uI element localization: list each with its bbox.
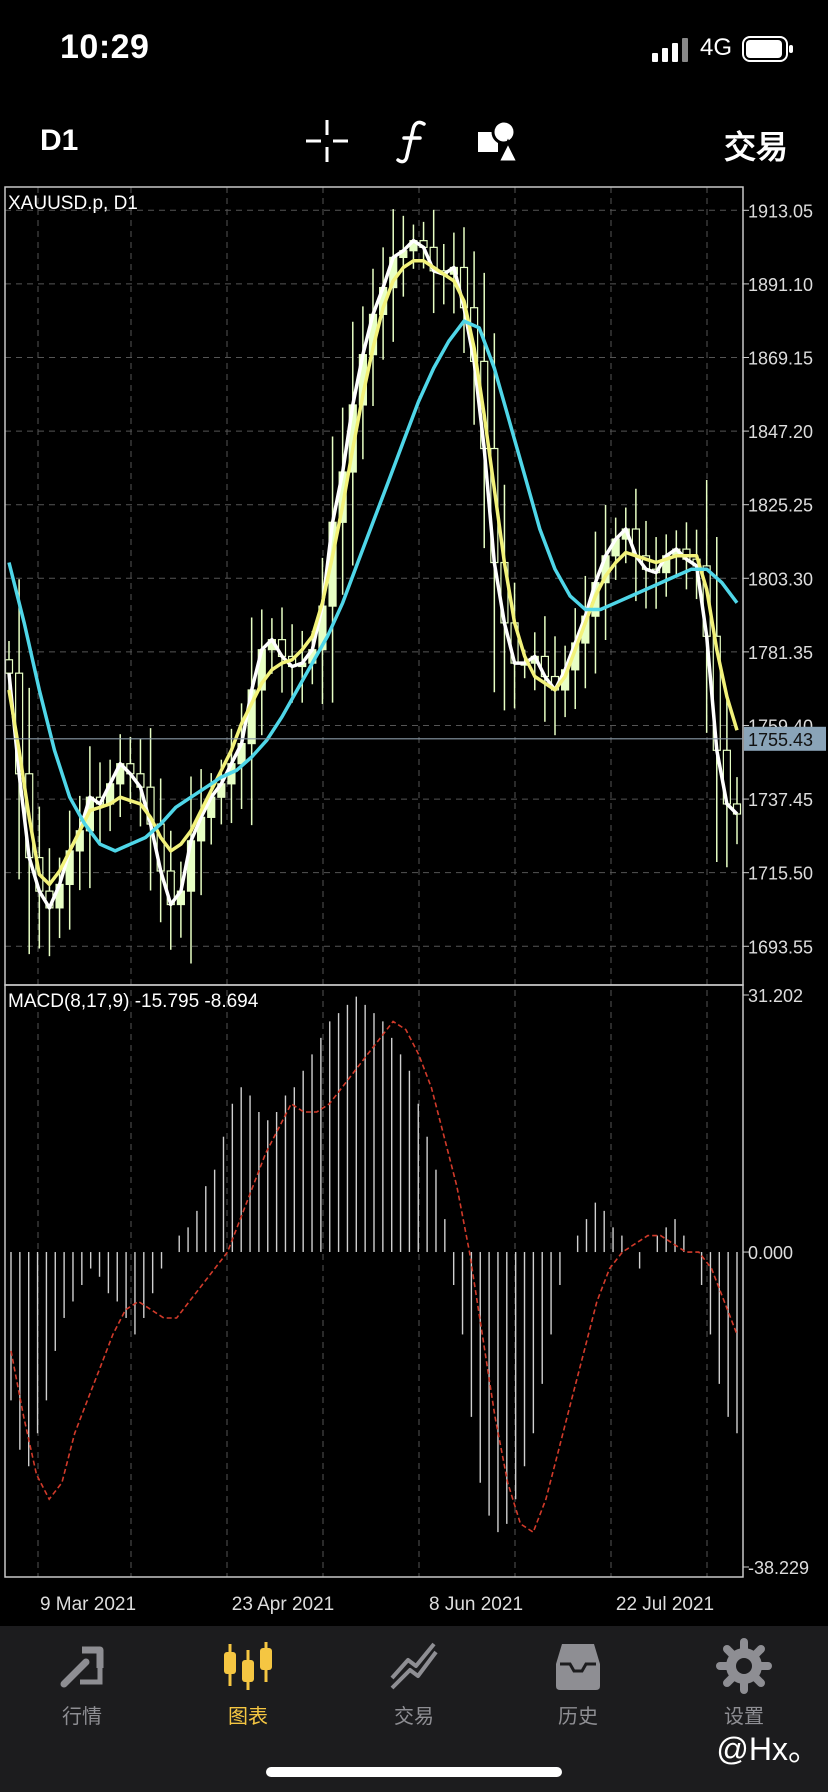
timeframe-button[interactable]: D1 [40, 124, 78, 158]
chart-icon [224, 1642, 272, 1690]
trade-icon [390, 1642, 438, 1690]
tab-history[interactable]: 历史 [518, 1638, 638, 1738]
price-tick-label: 1803.30 [748, 569, 813, 589]
date-label: 9 Mar 2021 [40, 1594, 136, 1615]
price-chart[interactable]: 1913.05 1891.10 1869.15 1847.20 1825.25 1803.… [0, 184, 828, 1624]
tab-chart[interactable]: 图表 [188, 1638, 308, 1738]
macd-label: MACD(8,17,9) -15.795 -8.694 [8, 991, 259, 1012]
status-time: 10:29 [60, 28, 150, 66]
macd-tick-label: -38.229 [748, 1558, 809, 1578]
price-tick-label: 1891.10 [748, 275, 813, 295]
signal-icon [652, 38, 688, 62]
price-tick-label: 1693.55 [748, 937, 813, 957]
settings-icon [716, 1638, 772, 1694]
chart-grid [5, 187, 743, 1577]
home-indicator[interactable] [266, 1767, 562, 1777]
current-price-label: 1755.43 [748, 730, 813, 750]
price-panel-frame [4, 186, 744, 986]
price-tick-label: 1847.20 [748, 422, 813, 442]
price-tick-label: 1913.05 [748, 201, 813, 221]
macd-tick-label: 31.202 [748, 986, 803, 1006]
watermark-text: @Hx。 [716, 1731, 820, 1767]
price-tick-label: 1715.50 [748, 864, 813, 884]
tab-quotes-label: 行情 [62, 1706, 102, 1728]
network-type: 4G [700, 34, 733, 61]
objects-icon[interactable] [474, 116, 524, 166]
price-tick-label: 1825.25 [748, 496, 813, 516]
battery-icon [742, 36, 793, 62]
tab-trade-label: 交易 [394, 1706, 434, 1728]
chart-toolbar: D1 交易 [0, 100, 828, 184]
status-bar: 10:29 4G [0, 0, 828, 100]
date-label: 22 Jul 2021 [616, 1594, 714, 1615]
tab-trade[interactable]: 交易 [354, 1638, 474, 1738]
quotes-icon [60, 1646, 104, 1688]
macd-panel [10, 996, 738, 1534]
crosshair-icon[interactable] [302, 116, 352, 166]
price-tick-label: 1869.15 [748, 348, 813, 368]
history-icon [556, 1644, 600, 1690]
candle-body [4, 659, 14, 674]
price-tick-label: 1737.45 [748, 790, 813, 810]
tab-history-label: 历史 [558, 1706, 598, 1728]
tab-quotes[interactable]: 行情 [22, 1638, 142, 1738]
date-label: 8 Jun 2021 [429, 1594, 523, 1615]
tab-settings[interactable]: 设置 [684, 1638, 804, 1738]
chart-canvas[interactable]: 1913.05 1891.10 1869.15 1847.20 1825.25 1803.… [0, 184, 828, 1624]
symbol-label: XAUUSD.p, D1 [8, 193, 138, 214]
trade-button[interactable]: 交易 [724, 122, 788, 168]
tab-chart-label: 图表 [228, 1706, 268, 1728]
ma-line [7, 259, 739, 887]
price-tick-label: 1781.35 [748, 643, 813, 663]
macd-tick-label: 0.000 [748, 1243, 793, 1263]
date-label: 23 Apr 2021 [232, 1594, 334, 1615]
function-icon[interactable] [388, 116, 438, 166]
